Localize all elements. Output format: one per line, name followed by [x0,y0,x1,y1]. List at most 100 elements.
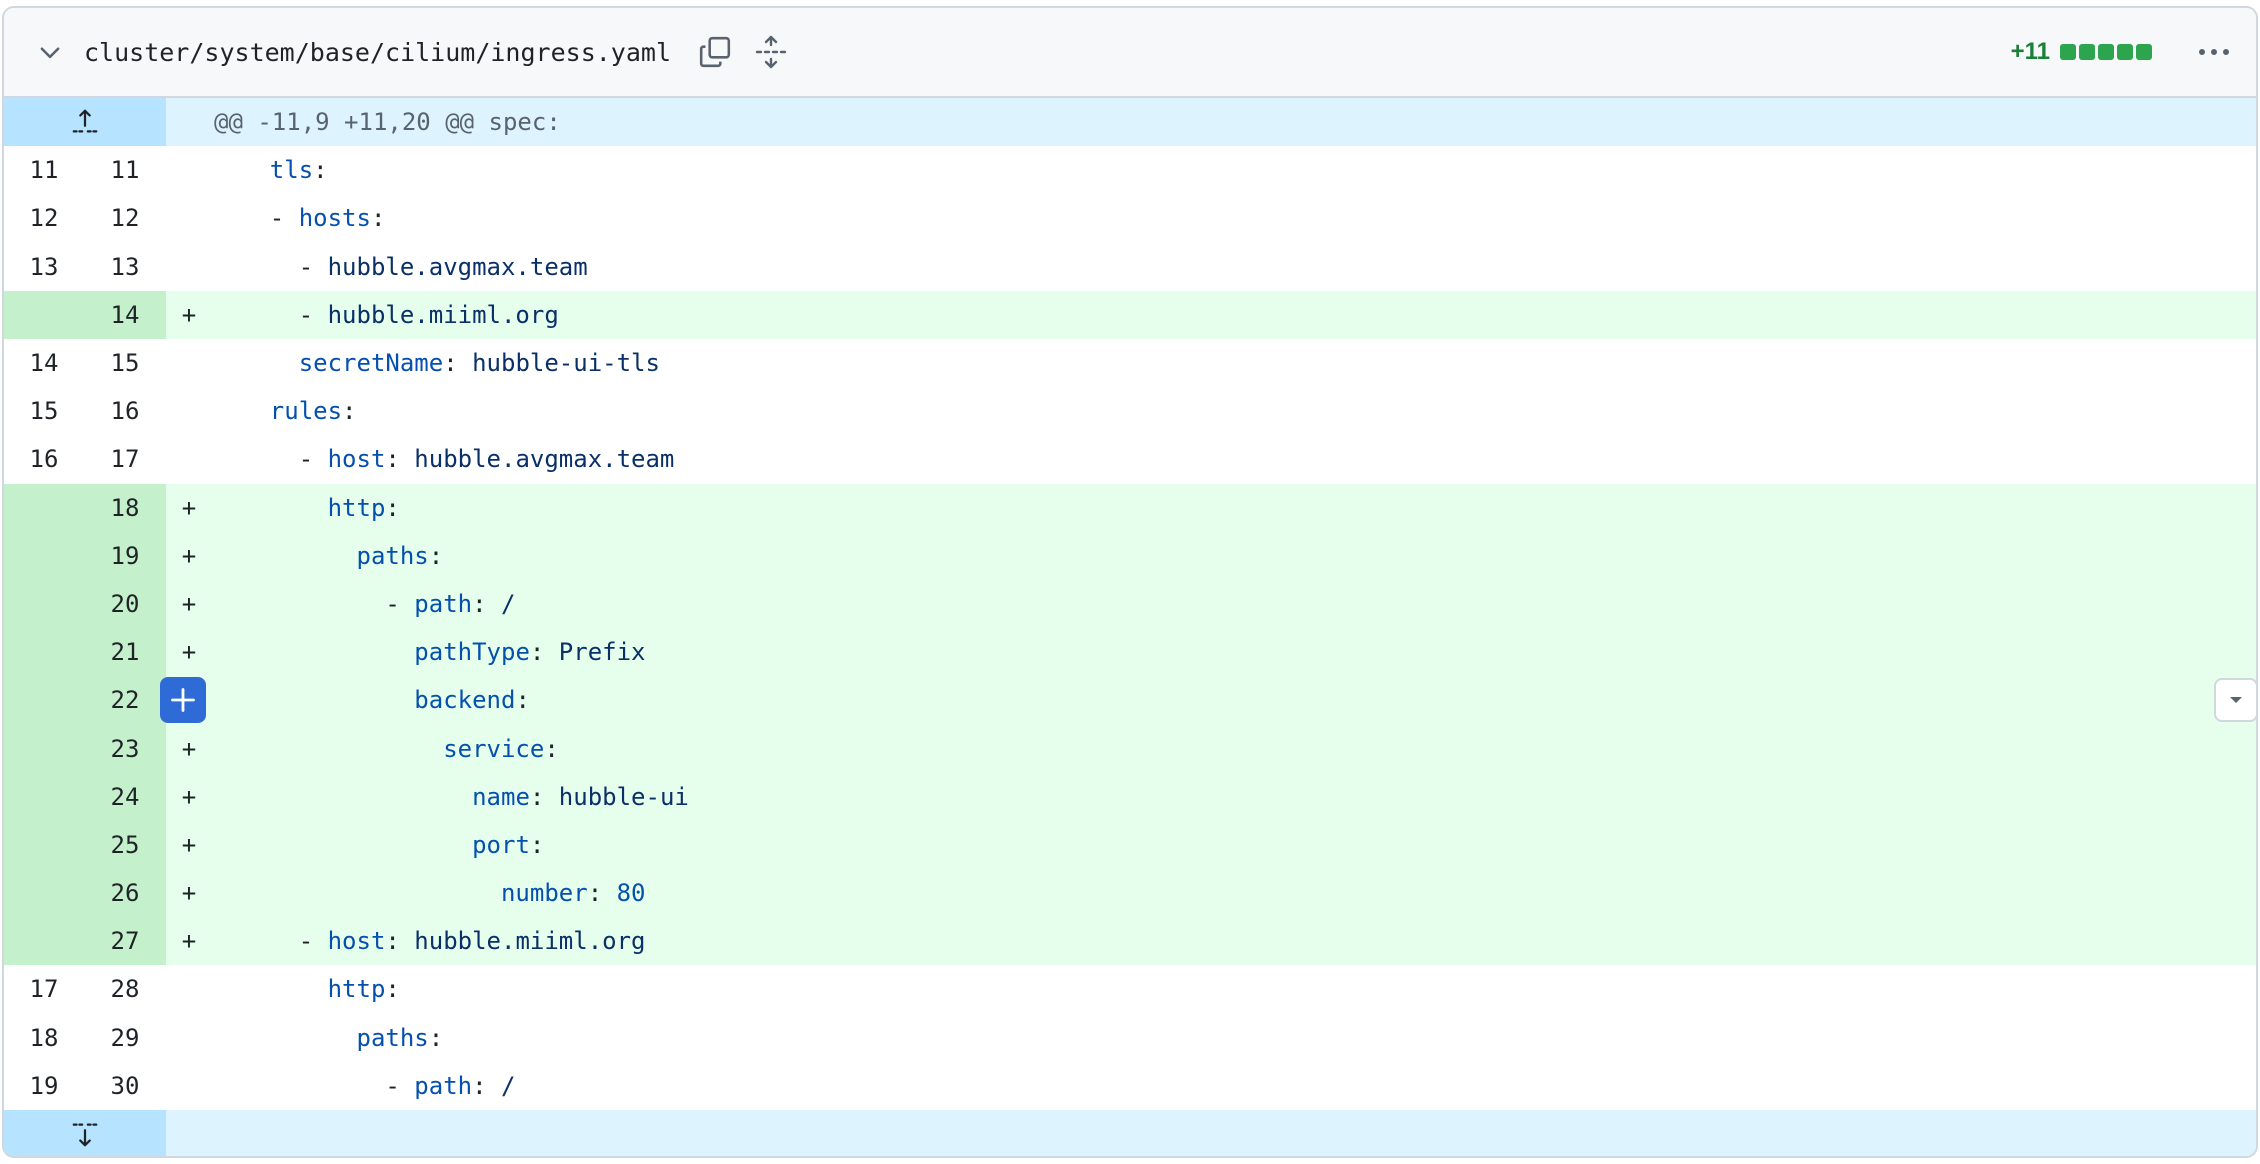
code-line: - path: / [212,1062,2256,1110]
copy-icon[interactable] [693,30,737,74]
yaml-key: http [327,975,386,1004]
yaml-separator: : [529,830,545,859]
diff-line-addition: 26 + number: 80 [4,869,2256,918]
new-line-number[interactable]: 30 [84,1062,166,1110]
new-line-number[interactable]: 15 [84,339,166,387]
fold-up-icon[interactable] [4,98,166,147]
code-line: - path: / [212,580,2256,628]
yaml-value: hubble.miiml.org [414,927,646,956]
old-line-number[interactable]: 14 [4,339,84,387]
diffstat-count: +11 [2010,38,2050,65]
yaml-key: name [472,782,530,811]
yaml-separator: : [370,204,386,233]
code-line: paths: [212,1014,2256,1062]
old-line-number[interactable] [4,820,84,869]
header-right: +11 [2011,8,2236,96]
diff-line-context: 19 30 - path: / [4,1062,2256,1110]
yaml-separator: : [385,927,415,956]
code-line: http: [212,965,2256,1013]
yaml-key: secretName [298,349,444,378]
diff-line-addition: 21 + pathType: Prefix [4,628,2256,677]
old-line-number[interactable] [4,772,84,821]
old-line-number[interactable]: 18 [4,1014,84,1062]
old-line-number[interactable] [4,531,84,580]
diff-line-context: 11 11 tls: [4,146,2256,194]
old-line-number[interactable] [4,724,84,773]
code-line: number: 80 [212,869,2256,917]
old-line-number[interactable] [4,917,84,966]
diff-line-addition: 20 + - path: / [4,579,2256,629]
new-line-number[interactable]: 22 [84,676,166,725]
file-path[interactable]: cluster/system/base/cilium/ingress.yaml [84,38,671,67]
old-line-number[interactable]: 12 [4,194,84,242]
kebab-horizontal-icon[interactable] [2192,30,2236,74]
old-line-number[interactable] [4,483,84,532]
new-line-number[interactable]: 12 [84,194,166,242]
fold-down-icon[interactable] [4,1109,166,1156]
new-line-number[interactable]: 25 [84,820,166,869]
file-header: cluster/system/base/cilium/ingress.yaml … [4,8,2256,98]
yaml-key: pathType [414,638,530,667]
triangle-down-icon[interactable] [2214,678,2256,723]
diff-marker: + [181,589,197,618]
diff-marker: + [181,300,197,329]
new-line-number[interactable]: 13 [84,243,166,291]
plus-icon[interactable] [160,677,206,724]
old-line-number[interactable] [4,290,84,339]
yaml-value: hubble.avgmax.team [414,445,675,474]
diffstat-block [2098,44,2114,60]
old-line-number[interactable] [4,628,84,677]
new-line-number[interactable]: 16 [84,387,166,435]
new-line-number[interactable]: 21 [84,628,166,677]
code-line: tls: [212,146,2256,194]
diff-line-context: 17 28 http: [4,965,2256,1013]
new-line-number[interactable]: 11 [84,146,166,194]
diffstat-block [2060,44,2076,60]
old-line-number[interactable]: 11 [4,146,84,194]
new-line-number[interactable]: 19 [84,531,166,580]
diff-line-context: 13 13 - hubble.avgmax.team [4,243,2256,291]
chevron-down-icon[interactable] [30,32,70,72]
diff-marker: + [181,734,197,763]
new-line-number[interactable]: 20 [84,579,166,629]
code-indent: - [212,300,328,329]
code-indent: - [212,445,328,474]
old-line-number[interactable]: 19 [4,1062,84,1110]
old-line-number[interactable] [4,579,84,629]
code-line: - hubble.avgmax.team [212,243,2256,291]
old-line-number[interactable] [4,676,84,725]
new-line-number[interactable]: 17 [84,435,166,483]
unfold-icon[interactable] [749,30,793,74]
new-line-number[interactable]: 28 [84,965,166,1013]
diff-lines: 11 11 tls:12 12 - hosts:13 13 - hubble.avgm… [4,146,2256,1110]
code-line: service: [212,724,2256,772]
new-line-number[interactable]: 23 [84,724,166,773]
code-indent: - [212,204,299,233]
old-line-number[interactable]: 15 [4,387,84,435]
yaml-value: hubble.miiml.org [327,300,559,329]
new-line-number[interactable]: 24 [84,772,166,821]
old-line-number[interactable]: 13 [4,243,84,291]
yaml-key: path [414,1071,473,1100]
old-line-number[interactable] [4,869,84,918]
diff-line-addition: 27 + - host: hubble.miiml.org [4,917,2256,966]
yaml-key: paths [356,541,429,570]
old-line-number[interactable]: 17 [4,965,84,1013]
new-line-number[interactable]: 18 [84,483,166,532]
yaml-separator: : [544,734,559,763]
yaml-value: hubble.avgmax.team [327,252,588,281]
new-line-number[interactable]: 29 [84,1014,166,1062]
new-line-number[interactable]: 14 [84,290,166,339]
old-line-number[interactable]: 16 [4,435,84,483]
diff-line-addition: 22 backend: [4,676,2256,725]
new-line-number[interactable]: 26 [84,869,166,918]
yaml-value: Prefix [558,638,646,667]
new-line-number[interactable]: 27 [84,917,166,966]
yaml-value: hubble-ui [558,782,689,811]
